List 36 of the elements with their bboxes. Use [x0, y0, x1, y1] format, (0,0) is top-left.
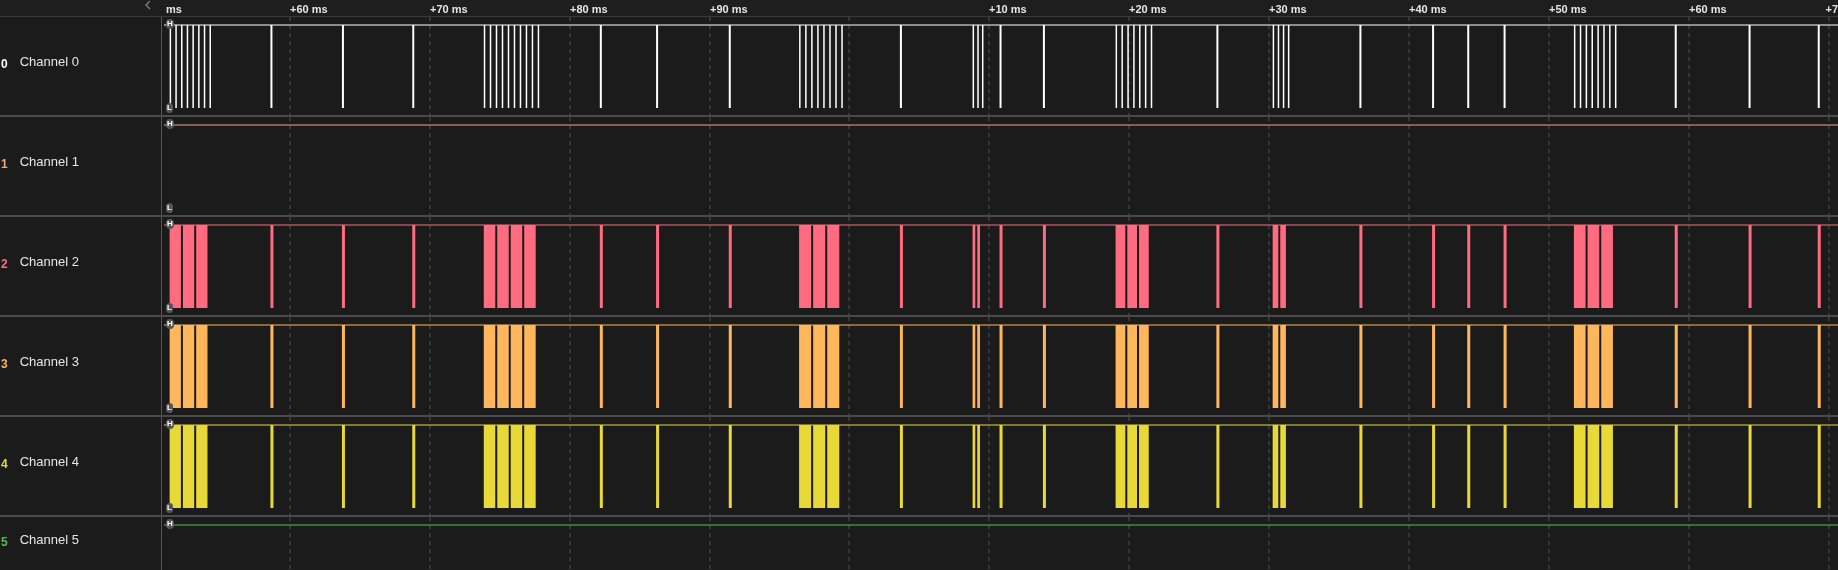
- channel-number: 5: [0, 534, 8, 549]
- time-tick-label: ms: [166, 2, 182, 17]
- channel-name: Channel 0: [19, 53, 79, 72]
- high-level-label: H: [166, 519, 174, 529]
- channel-name: Channel 2: [19, 253, 79, 272]
- time-tick-label: +80 ms: [570, 2, 608, 17]
- low-level-label: L: [166, 103, 173, 113]
- channel-name: Channel 1: [19, 153, 79, 172]
- high-level-label: H: [166, 219, 174, 229]
- time-tick-label: +7: [1825, 2, 1838, 17]
- channel-number: 3: [0, 357, 8, 371]
- high-level-label: H: [166, 19, 174, 29]
- time-tick-label: +90 ms: [710, 2, 748, 17]
- high-level-label: H: [166, 119, 174, 129]
- channel-number: 4: [0, 457, 8, 471]
- channel-name: Channel 3: [19, 353, 79, 372]
- channel-number: 1: [0, 157, 8, 171]
- time-tick-label: +70 ms: [430, 2, 468, 17]
- time-tick-label: +50 ms: [1549, 2, 1587, 17]
- time-tick-label: +40 ms: [1409, 2, 1447, 17]
- time-tick-label: +60 ms: [290, 2, 328, 17]
- channel-name: Channel 5: [19, 530, 79, 549]
- high-level-label: H: [166, 319, 174, 329]
- time-tick-label: +30 ms: [1269, 2, 1307, 17]
- collapse-chevron-icon[interactable]: [144, 0, 152, 10]
- low-level-label: L: [166, 403, 173, 413]
- low-level-label: L: [166, 503, 173, 513]
- time-tick-label: +60 ms: [1689, 2, 1727, 17]
- high-level-label: H: [166, 419, 174, 429]
- time-tick-label: +10 ms: [989, 2, 1027, 17]
- channel-name: Channel 4: [19, 453, 79, 472]
- channel-number: 0: [0, 57, 8, 71]
- low-level-label: L: [166, 203, 173, 213]
- low-level-label: L: [166, 303, 173, 313]
- time-tick-label: +20 ms: [1129, 2, 1167, 17]
- channel-number: 2: [0, 257, 8, 271]
